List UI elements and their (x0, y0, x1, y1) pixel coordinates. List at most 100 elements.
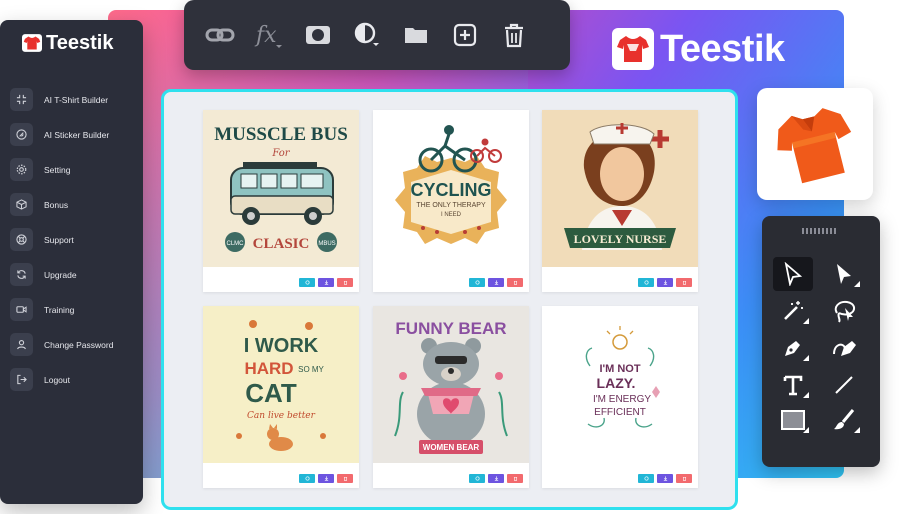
polo-shirt-icon (777, 108, 852, 184)
download-icon[interactable] (318, 278, 334, 287)
sidebar-item-logout[interactable]: Logout (0, 362, 143, 397)
brand-logo: Teestik (612, 26, 785, 72)
top-toolbar: fx (184, 0, 570, 70)
curvature-pen-icon[interactable] (824, 331, 864, 365)
design-image-cat: I WORK HARD SO MY CAT Can live better (203, 306, 359, 463)
text-tool-icon[interactable] (773, 368, 813, 402)
design-image-bus: MUSSCLE BUS For CLMC MBUS CLASIC (203, 110, 359, 267)
mask-icon[interactable] (302, 19, 334, 51)
shrink-arrows-icon (10, 88, 33, 111)
sidebar-item-label: Training (44, 304, 75, 315)
sidebar-item-setting[interactable]: Setting (0, 152, 143, 187)
sidebar-logo[interactable]: Teestik (22, 32, 143, 54)
sidebar: Teestik AI T-Shirt Builder AI Sticker Bu… (0, 20, 143, 504)
card-actions (638, 474, 692, 483)
sidebar-item-bonus[interactable]: Bonus (0, 187, 143, 222)
card-line: HARD (244, 359, 293, 378)
trash-icon[interactable] (498, 19, 530, 51)
design-image-cycling: CYCLING THE ONLY THERAPY I NEED (373, 110, 529, 267)
card-actions (638, 278, 692, 287)
card-line: LOVELY NURSE (574, 232, 667, 246)
download-icon[interactable] (488, 474, 504, 483)
design-image-bear: FUNNY BEAR WOMEN BEAR (373, 306, 529, 463)
magic-wand-icon[interactable] (773, 294, 813, 328)
sidebar-item-ai-sticker-builder[interactable]: AI Sticker Builder (0, 117, 143, 152)
contrast-icon[interactable] (351, 19, 383, 51)
refresh-icon[interactable] (638, 278, 654, 287)
rectangle-tool-icon[interactable] (773, 403, 813, 437)
lasso-icon[interactable] (824, 294, 864, 328)
card-line: I NEED (441, 212, 462, 218)
box-icon (10, 193, 33, 216)
fx-icon[interactable]: fx (253, 19, 285, 51)
refresh-icon[interactable] (638, 474, 654, 483)
card-line: For (271, 148, 290, 159)
sidebar-item-label: Logout (44, 374, 70, 385)
video-icon (10, 298, 33, 321)
card-line: CAT (245, 378, 297, 408)
card-line: WOMEN BEAR (423, 443, 480, 452)
logout-icon (10, 368, 33, 391)
sidebar-item-label: Setting (44, 164, 71, 175)
card-line: CLMC (226, 241, 244, 247)
link-icon[interactable] (204, 19, 236, 51)
refresh-icon[interactable] (469, 278, 485, 287)
card-line: I WORK (244, 335, 319, 357)
download-icon[interactable] (488, 278, 504, 287)
design-card[interactable]: MUSSCLE BUS For CLMC MBUS CLASIC (203, 110, 359, 292)
gear-icon (10, 158, 33, 181)
card-line: SO MY (298, 365, 324, 374)
refresh-icon[interactable] (299, 474, 315, 483)
design-gallery: MUSSCLE BUS For CLMC MBUS CLASIC CYCLING… (161, 89, 738, 510)
user-icon (10, 333, 33, 356)
sidebar-item-training[interactable]: Training (0, 292, 143, 327)
delete-icon[interactable] (507, 474, 523, 483)
design-card[interactable]: I WORK HARD SO MY CAT Can live better (203, 306, 359, 488)
brush-icon[interactable] (824, 403, 864, 437)
delete-icon[interactable] (337, 474, 353, 483)
sidebar-item-label: Support (44, 234, 74, 245)
select-arrow-icon[interactable] (773, 257, 813, 291)
card-actions (299, 474, 353, 483)
sidebar-item-support[interactable]: Support (0, 222, 143, 257)
line-tool-icon[interactable] (824, 368, 864, 402)
card-line: MBUS (318, 241, 335, 247)
sidebar-item-change-password[interactable]: Change Password (0, 327, 143, 362)
delete-icon[interactable] (676, 474, 692, 483)
shirt-preview-tile[interactable] (757, 88, 873, 200)
design-card[interactable]: FUNNY BEAR WOMEN BEAR (373, 306, 529, 488)
download-icon[interactable] (657, 474, 673, 483)
refresh-icon[interactable] (469, 474, 485, 483)
sidebar-item-label: AI T-Shirt Builder (44, 94, 109, 105)
tshirt-logo-icon (612, 28, 654, 70)
sidebar-item-label: Change Password (44, 339, 114, 350)
design-card[interactable]: I'M NOT LAZY. I'M ENERGY EFFICIENT (542, 306, 698, 488)
download-icon[interactable] (318, 474, 334, 483)
pen-icon[interactable] (773, 331, 813, 365)
card-line: LAZY. (597, 375, 636, 391)
card-line: THE ONLY THERAPY (416, 202, 486, 209)
delete-icon[interactable] (676, 278, 692, 287)
delete-icon[interactable] (337, 278, 353, 287)
delete-icon[interactable] (507, 278, 523, 287)
palette-drag-handle[interactable] (802, 228, 836, 234)
direct-select-icon[interactable] (824, 257, 864, 291)
add-icon[interactable] (449, 19, 481, 51)
sticker-icon (10, 123, 33, 146)
design-card[interactable]: CYCLING THE ONLY THERAPY I NEED (373, 110, 529, 292)
tshirt-logo-icon (22, 34, 42, 52)
sidebar-item-upgrade[interactable]: Upgrade (0, 257, 143, 292)
lifebuoy-icon (10, 228, 33, 251)
sidebar-item-label: AI Sticker Builder (44, 129, 110, 140)
design-card[interactable]: LOVELY NURSE (542, 110, 698, 292)
download-icon[interactable] (657, 278, 673, 287)
folder-icon[interactable] (400, 19, 432, 51)
card-actions (469, 474, 523, 483)
tool-palette (762, 216, 880, 467)
refresh-icon[interactable] (299, 278, 315, 287)
card-line: CYCLING (411, 180, 492, 200)
design-image-not-lazy: I'M NOT LAZY. I'M ENERGY EFFICIENT (542, 306, 698, 463)
card-line: Can live better (247, 411, 316, 421)
sidebar-item-ai-tshirt-builder[interactable]: AI T-Shirt Builder (0, 82, 143, 117)
card-line: CLASIC (253, 236, 310, 252)
